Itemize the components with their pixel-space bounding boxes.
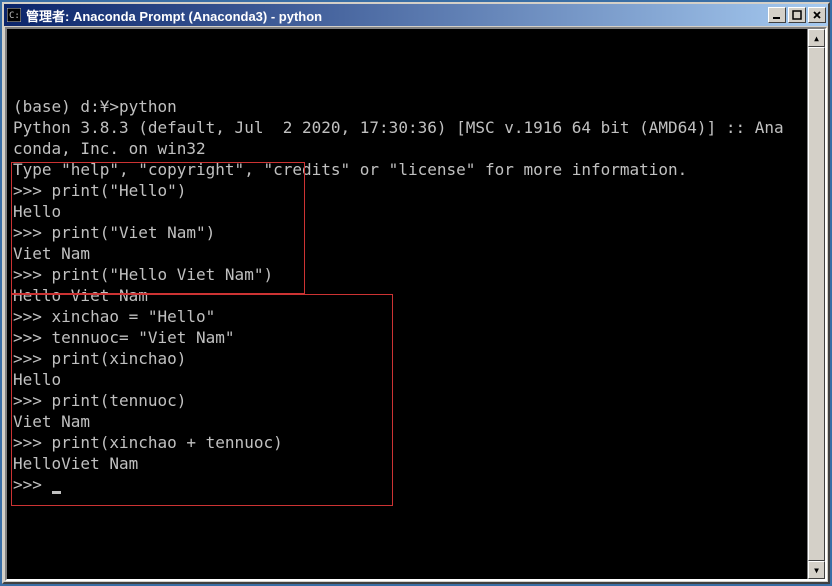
terminal-line: (base) d:¥>python — [13, 96, 801, 117]
window: C: 管理者: Anaconda Prompt (Anaconda3) - py… — [2, 2, 830, 584]
terminal-line: >>> print("Hello Viet Nam") — [13, 264, 801, 285]
scroll-down-button[interactable]: ▼ — [808, 561, 825, 579]
terminal-line — [13, 75, 801, 96]
terminal-line: >>> print("Hello") — [13, 180, 801, 201]
cursor — [52, 491, 61, 494]
terminal[interactable]: (base) d:¥>pythonPython 3.8.3 (default, … — [7, 29, 807, 579]
terminal-line: >>> — [13, 474, 801, 495]
terminal-line: Hello — [13, 369, 801, 390]
terminal-line: Viet Nam — [13, 243, 801, 264]
window-buttons — [768, 7, 826, 23]
terminal-line: Hello — [13, 201, 801, 222]
terminal-line: >>> print(tennuoc) — [13, 390, 801, 411]
terminal-line: Hello Viet Nam — [13, 285, 801, 306]
terminal-line: >>> print("Viet Nam") — [13, 222, 801, 243]
scroll-thumb[interactable] — [808, 47, 825, 561]
window-title: 管理者: Anaconda Prompt (Anaconda3) - pytho… — [26, 6, 768, 25]
terminal-line: conda, Inc. on win32 — [13, 138, 801, 159]
minimize-button[interactable] — [768, 7, 786, 23]
terminal-line: >>> tennuoc= "Viet Nam" — [13, 327, 801, 348]
svg-text:C:: C: — [9, 11, 20, 21]
scroll-up-button[interactable]: ▲ — [808, 29, 825, 47]
scroll-track[interactable] — [808, 47, 825, 561]
terminal-line: >>> xinchao = "Hello" — [13, 306, 801, 327]
close-button[interactable] — [808, 7, 826, 23]
terminal-line: >>> print(xinchao) — [13, 348, 801, 369]
terminal-line: Python 3.8.3 (default, Jul 2 2020, 17:30… — [13, 117, 801, 138]
terminal-line: HelloViet Nam — [13, 453, 801, 474]
terminal-line: Viet Nam — [13, 411, 801, 432]
scrollbar[interactable]: ▲ ▼ — [807, 29, 825, 579]
maximize-button[interactable] — [788, 7, 806, 23]
terminal-container: (base) d:¥>pythonPython 3.8.3 (default, … — [5, 27, 827, 581]
titlebar[interactable]: C: 管理者: Anaconda Prompt (Anaconda3) - py… — [4, 4, 828, 26]
terminal-line: >>> print(xinchao + tennuoc) — [13, 432, 801, 453]
terminal-icon: C: — [6, 7, 22, 23]
terminal-line: Type "help", "copyright", "credits" or "… — [13, 159, 801, 180]
